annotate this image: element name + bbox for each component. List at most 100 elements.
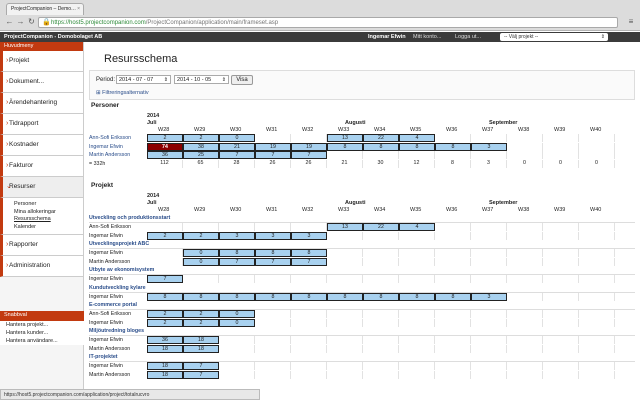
allocation-cell[interactable]: 0 (507, 159, 543, 168)
allocation-cell[interactable]: 7 (291, 257, 327, 266)
allocation-cell[interactable]: 8 (399, 292, 435, 301)
allocation-cell[interactable]: 30 (363, 159, 399, 168)
allocation-cell[interactable]: 74 (147, 142, 183, 151)
close-tab-icon[interactable]: × (77, 4, 80, 15)
allocation-cell[interactable]: 36 (147, 336, 183, 344)
allocation-cell[interactable]: 8 (291, 249, 327, 257)
forward-icon[interactable]: → (15, 17, 26, 28)
allocation-cell[interactable]: 2 (147, 231, 183, 240)
allocation-cell[interactable]: 18 (147, 370, 183, 379)
period-to-select[interactable]: 2014 - 10 - 05 ⇕ (174, 75, 229, 84)
menu-icon[interactable]: ≡ (626, 17, 636, 28)
sidebar-item-6[interactable]: ⌄ Resurser (0, 177, 83, 198)
allocation-cell[interactable]: 112 (147, 159, 183, 168)
allocation-cell[interactable]: 0 (183, 257, 219, 266)
allocation-cell[interactable]: 2 (183, 231, 219, 240)
allocation-cell[interactable]: 18 (183, 336, 219, 344)
allocation-cell[interactable]: 38 (183, 142, 219, 151)
project-title[interactable]: Miljöutredning bloges (89, 327, 289, 335)
allocation-cell[interactable]: 12 (399, 159, 435, 168)
allocation-cell[interactable]: 3 (471, 292, 507, 301)
allocation-cell[interactable]: 7 (219, 257, 255, 266)
allocation-cell[interactable]: 3 (219, 231, 255, 240)
allocation-cell[interactable]: 3 (471, 159, 507, 168)
allocation-cell[interactable]: 8 (219, 292, 255, 301)
allocation-cell[interactable]: 2 (147, 310, 183, 318)
allocation-cell[interactable]: 7 (255, 257, 291, 266)
project-title[interactable]: Utbyte av ekonomisystem (89, 266, 289, 274)
row-label[interactable]: Ingemar Efwin (89, 143, 147, 151)
allocation-cell[interactable]: 0 (543, 159, 579, 168)
allocation-cell[interactable]: 7 (255, 151, 291, 159)
allocation-cell[interactable]: 8 (435, 159, 471, 168)
allocation-cell[interactable]: 0 (219, 318, 255, 327)
address-bar[interactable]: 🔒 https://host5.projectcompanion.com/Pro… (38, 17, 618, 28)
allocation-cell[interactable]: 2 (147, 134, 183, 142)
allocation-cell[interactable]: 8 (327, 142, 363, 151)
sidebar-item-4[interactable]: › Kostnader (0, 135, 83, 156)
allocation-cell[interactable]: 8 (183, 292, 219, 301)
submenu-item[interactable]: Personer (14, 201, 83, 209)
allocation-cell[interactable]: 19 (291, 142, 327, 151)
allocation-cell[interactable]: 3 (471, 142, 507, 151)
allocation-cell[interactable]: 3 (291, 231, 327, 240)
project-title[interactable]: Utveckling och produktionsstart (89, 214, 289, 222)
allocation-cell[interactable]: 8 (399, 142, 435, 151)
allocation-cell[interactable]: 36 (147, 151, 183, 159)
allocation-cell[interactable]: 0 (219, 134, 255, 142)
allocation-cell[interactable]: 3 (255, 231, 291, 240)
allocation-cell[interactable]: 2 (183, 310, 219, 318)
allocation-cell[interactable]: 7 (147, 275, 183, 283)
allocation-cell[interactable]: 22 (363, 134, 399, 142)
quick-item-users[interactable]: Hantera användare... (0, 337, 84, 345)
allocation-cell[interactable]: 0 (219, 310, 255, 318)
allocation-cell[interactable]: 8 (363, 292, 399, 301)
allocation-cell[interactable]: 13 (327, 134, 363, 142)
submenu-item[interactable]: Resursschema (14, 216, 83, 224)
allocation-cell[interactable]: 8 (291, 292, 327, 301)
sidebar-item-8[interactable]: › Administration (0, 256, 83, 277)
allocation-cell[interactable]: 13 (327, 223, 363, 231)
sidebar-item-5[interactable]: › Fakturor (0, 156, 83, 177)
allocation-cell[interactable]: 28 (219, 159, 255, 168)
sidebar-item-7[interactable]: › Rapporter (0, 235, 83, 256)
row-label[interactable]: Ann-Sofi Eriksson (89, 134, 147, 142)
sidebar-item-0[interactable]: › Projekt (0, 51, 83, 72)
allocation-cell[interactable]: 19 (255, 142, 291, 151)
allocation-cell[interactable]: 8 (327, 292, 363, 301)
back-icon[interactable]: ← (4, 17, 15, 28)
allocation-cell[interactable]: 7 (291, 151, 327, 159)
project-title[interactable]: IT-projektet (89, 353, 289, 361)
allocation-cell[interactable]: 25 (183, 151, 219, 159)
allocation-cell[interactable]: 0 (579, 159, 615, 168)
allocation-cell[interactable]: 7 (183, 362, 219, 370)
allocation-cell[interactable]: 8 (255, 249, 291, 257)
allocation-cell[interactable]: 2 (183, 318, 219, 327)
allocation-cell[interactable]: 8 (435, 142, 471, 151)
allocation-cell[interactable]: 21 (219, 142, 255, 151)
sidebar-item-2[interactable]: › Ärendehantering (0, 93, 83, 114)
allocation-cell[interactable]: 21 (327, 159, 363, 168)
browser-tab[interactable]: ProjectCompanion – Demo… × (6, 3, 84, 15)
quick-item-customers[interactable]: Hantera kunder... (0, 329, 84, 337)
project-title[interactable]: E-commerce portal (89, 301, 289, 309)
row-label[interactable]: Martin Andersson (89, 151, 147, 159)
sidebar-item-3[interactable]: › Tidrapport (0, 114, 83, 135)
allocation-cell[interactable]: 18 (147, 362, 183, 370)
allocation-cell[interactable]: 4 (399, 134, 435, 142)
allocation-cell[interactable]: 2 (147, 318, 183, 327)
allocation-cell[interactable]: 4 (399, 223, 435, 231)
period-from-select[interactable]: 2014 - 07 - 07 ⇕ (116, 75, 171, 84)
allocation-cell[interactable]: 8 (219, 249, 255, 257)
allocation-cell[interactable]: 7 (183, 370, 219, 379)
submenu-item[interactable]: Mina allokeringar (14, 209, 83, 217)
project-title[interactable]: Utvecklingsprojekt ABC (89, 240, 289, 248)
show-button[interactable]: Visa (231, 75, 253, 85)
quick-item-projects[interactable]: Hantera projekt... (0, 321, 84, 329)
allocation-cell[interactable]: 8 (255, 292, 291, 301)
allocation-cell[interactable]: 8 (435, 292, 471, 301)
allocation-cell[interactable]: 26 (291, 159, 327, 168)
reload-icon[interactable]: ↻ (26, 17, 37, 28)
account-link[interactable]: Mitt konto... (413, 32, 441, 42)
allocation-cell[interactable]: 8 (363, 142, 399, 151)
